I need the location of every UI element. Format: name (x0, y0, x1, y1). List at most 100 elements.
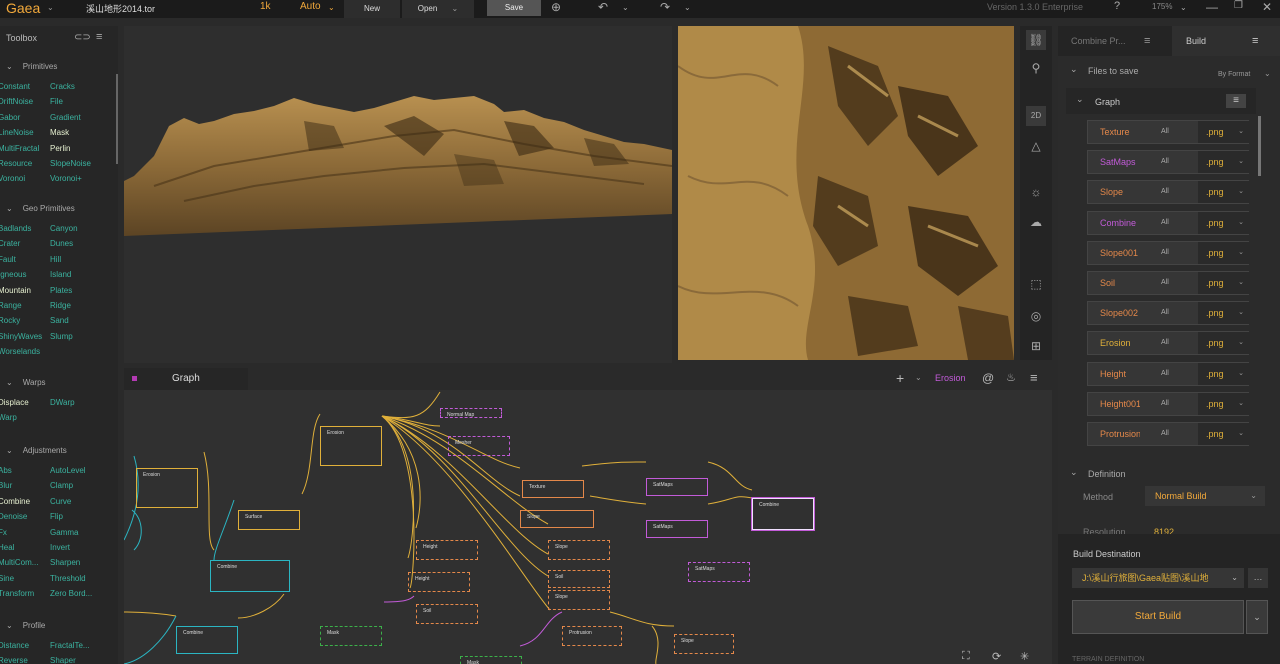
toolbox-item[interactable]: Transform (0, 589, 34, 598)
file-row[interactable]: Combine All .png ⌄ (1087, 210, 1250, 235)
cloud-icon[interactable]: ☁ (1026, 212, 1046, 232)
toolbox-item[interactable]: Range (0, 301, 22, 310)
browse-button[interactable]: … (1248, 568, 1268, 588)
file-row-scope[interactable]: All (1161, 400, 1169, 407)
refresh-icon[interactable]: ⟳ (992, 650, 1001, 663)
toolbox-item[interactable]: Blur (0, 481, 12, 490)
toolbox-item[interactable]: Igneous (0, 270, 26, 279)
toolbox-item[interactable]: Flip (50, 512, 63, 521)
tab-graph[interactable]: Graph (124, 368, 248, 390)
toolbox-item[interactable]: MultiCom... (0, 558, 38, 567)
toolbox-item[interactable]: Combine (0, 497, 30, 506)
toolbox-item[interactable]: Fault (0, 255, 16, 264)
toolbox-item[interactable]: Distance (0, 641, 29, 650)
toolbox-item[interactable]: AutoLevel (50, 466, 86, 475)
satmaps-node-b[interactable]: SatMaps (646, 520, 708, 538)
erosion-node-main[interactable]: Erosion (320, 426, 382, 466)
graph-group-menu-icon[interactable]: ≡ (1226, 94, 1246, 108)
toolbox-item[interactable]: Sand (50, 316, 69, 325)
soil-node-a[interactable]: Soil (548, 570, 610, 588)
start-build-button[interactable]: Start Build (1072, 600, 1244, 634)
file-row-scope[interactable]: All (1161, 309, 1169, 316)
restore-icon[interactable]: ❐ (1234, 0, 1243, 11)
file-row-scope[interactable]: All (1161, 370, 1169, 377)
file-row[interactable]: Protrusion All .png ⌄ (1087, 422, 1250, 446)
toolbox-item[interactable]: FractalTe... (50, 641, 90, 650)
fire-icon[interactable]: ♨ (1006, 371, 1016, 384)
toolbox-item[interactable]: Zero Bord... (50, 589, 92, 598)
file-row-scope[interactable]: All (1161, 188, 1169, 195)
toolbox-item[interactable]: Mountain (0, 286, 31, 295)
file-row-format-select[interactable]: .png ⌄ (1198, 392, 1250, 415)
toolbox-item[interactable]: Resource (0, 159, 32, 168)
combine-node-output[interactable]: Combine (752, 498, 814, 530)
toolbox-item[interactable]: Gradient (50, 113, 81, 122)
toolbox-section-title[interactable]: ⌄ Adjustments (6, 446, 67, 455)
mesher-node[interactable]: Mesher (448, 436, 510, 456)
file-row[interactable]: Slope All .png ⌄ (1087, 180, 1250, 205)
file-row-format-select[interactable]: .png ⌄ (1198, 332, 1250, 355)
toolbox-item[interactable]: Cracks (50, 82, 75, 91)
file-row-scope[interactable]: All (1161, 279, 1169, 286)
redo-chevron-icon[interactable]: ⌄ (684, 3, 691, 12)
app-logo[interactable]: Gaea (6, 0, 40, 16)
mode-chevron-icon[interactable]: ⌄ (328, 3, 335, 12)
file-row-format-select[interactable]: .png ⌄ (1198, 151, 1250, 174)
file-row[interactable]: Slope002 All .png ⌄ (1087, 301, 1250, 326)
file-row-scope[interactable]: All (1161, 219, 1169, 226)
graph-group-header[interactable]: ⌄ Graph ≡ (1066, 88, 1256, 114)
toolbox-item[interactable]: Fx (0, 528, 7, 537)
pin-icon[interactable]: ⚲ (1026, 58, 1046, 78)
fit-view-icon[interactable]: ⛶ (962, 650, 970, 663)
toolbox-item[interactable]: Dunes (50, 239, 73, 248)
toolbox-item[interactable]: Perlin (50, 144, 70, 153)
link-icon[interactable]: ⛓ (1026, 30, 1046, 50)
file-row-format-select[interactable]: .png ⌄ (1198, 362, 1250, 385)
file-row[interactable]: Erosion All .png ⌄ (1087, 331, 1250, 356)
toolbox-item[interactable]: Threshold (50, 574, 86, 583)
combine-node-bottom[interactable]: Combine (176, 626, 238, 654)
files-scrollbar[interactable] (1258, 116, 1261, 176)
menu-icon[interactable]: ≡ (96, 31, 102, 43)
slope-node-b[interactable]: Slope (548, 540, 610, 560)
toolbox-section-title[interactable]: ⌄ Warps (6, 378, 46, 387)
files-collapse-icon[interactable]: ⌄ (1070, 64, 1078, 75)
toolbox-item[interactable]: Abs (0, 466, 12, 475)
toolbox-item[interactable]: Displace (0, 398, 29, 407)
save-button[interactable]: Save (487, 0, 541, 16)
perspective-icon[interactable]: △ (1026, 136, 1046, 156)
toolbox-scrollbar[interactable] (116, 74, 118, 164)
close-icon[interactable]: ✕ (1262, 0, 1272, 14)
compass-icon[interactable]: ◎ (1026, 306, 1046, 326)
toolbox-item[interactable]: Ridge (50, 301, 71, 310)
toolbox-item[interactable]: Constant (0, 82, 30, 91)
toolbox-item[interactable]: Crater (0, 239, 20, 248)
file-row[interactable]: Slope001 All .png ⌄ (1087, 240, 1250, 265)
toolbox-item[interactable]: Canyon (50, 224, 78, 233)
mode-selector[interactable]: Auto (300, 1, 321, 12)
file-row-scope[interactable]: All (1161, 158, 1169, 165)
mask-node-a[interactable]: Mask (320, 626, 382, 646)
toolbox-section-title[interactable]: ⌄ Profile (6, 621, 45, 630)
soil-node-b[interactable]: Soil (416, 604, 478, 624)
toolbox-item[interactable]: Warp (0, 413, 17, 422)
satmaps-node-a[interactable]: SatMaps (646, 478, 708, 496)
toolbox-item[interactable]: Mask (50, 128, 69, 137)
toolbox-item[interactable]: DWarp (50, 398, 75, 407)
satmaps-node-c[interactable]: SatMaps (688, 562, 750, 582)
file-row-scope[interactable]: All (1161, 128, 1169, 135)
viewport-3d[interactable] (124, 26, 672, 363)
toolbox-item[interactable]: Voronoi (0, 174, 25, 183)
by-format-selector[interactable]: By Format (1218, 71, 1250, 78)
toolbox-item[interactable]: Badlands (0, 224, 31, 233)
slope-node-a[interactable]: Slope (520, 510, 594, 528)
toolbox-item[interactable]: ShinyWaves (0, 332, 42, 341)
definition-label[interactable]: Definition (1088, 469, 1126, 479)
add-chevron-icon[interactable]: ⌄ (915, 373, 922, 382)
normal-map-node[interactable]: Normal Map (440, 408, 502, 418)
file-row[interactable]: SatMaps All .png ⌄ (1087, 150, 1250, 175)
zoom-level[interactable]: 175% (1152, 2, 1172, 11)
open-button[interactable]: Open ⌄ (402, 0, 474, 18)
toolbox-item[interactable]: File (50, 97, 63, 106)
file-row[interactable]: Height All .png ⌄ (1087, 361, 1250, 386)
